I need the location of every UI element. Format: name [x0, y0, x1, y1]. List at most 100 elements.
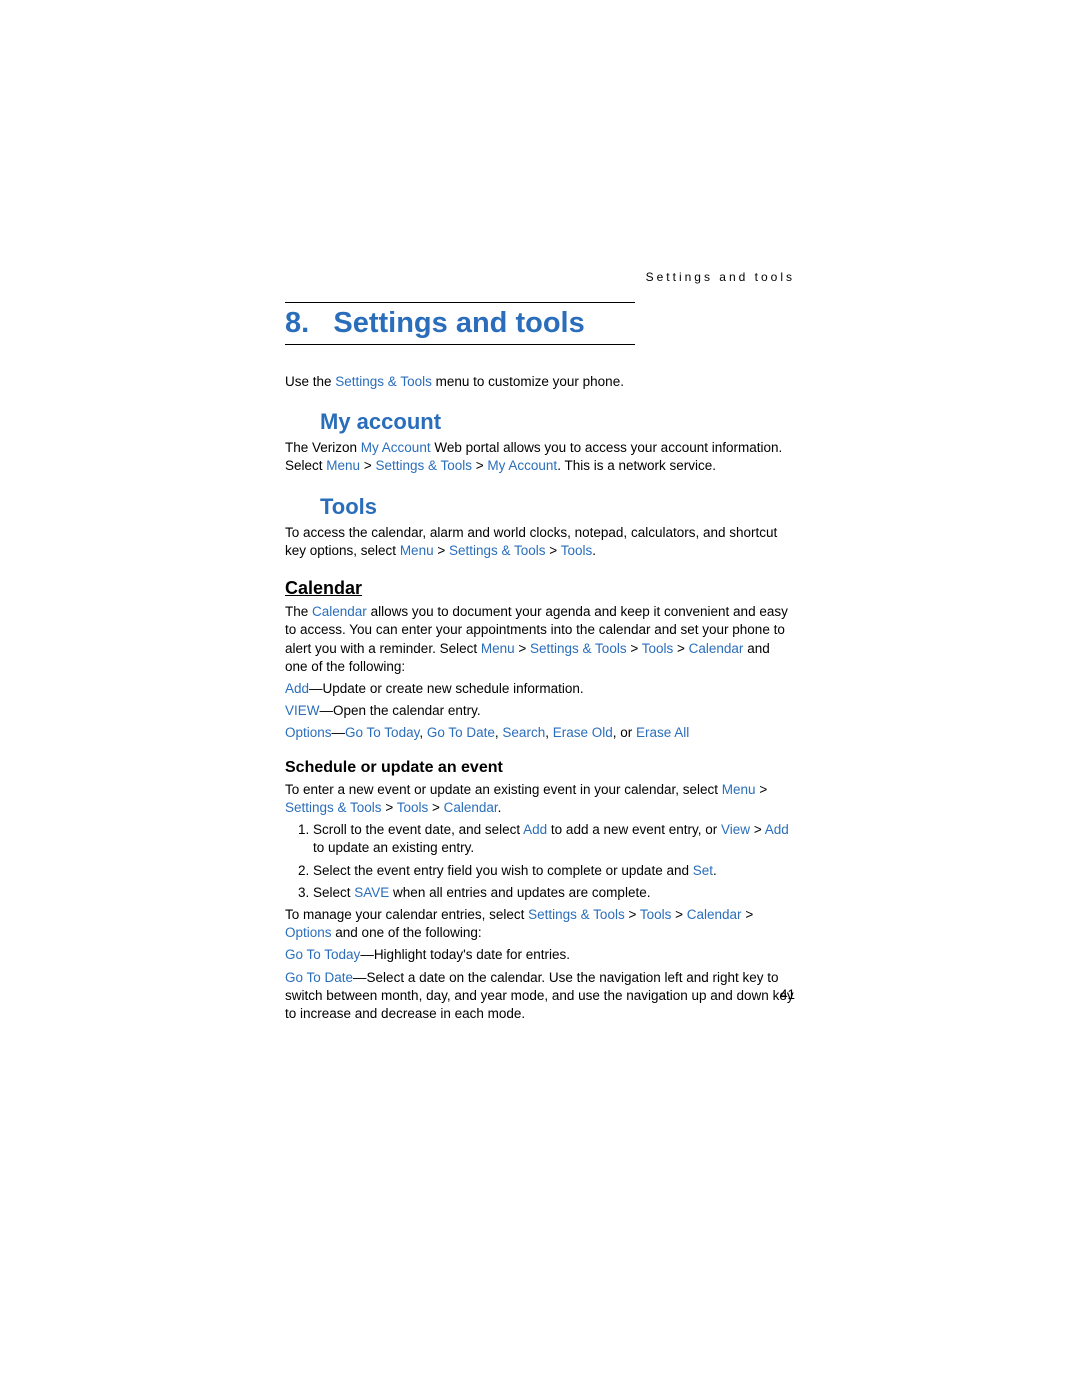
text: > — [382, 800, 397, 815]
text: Scroll to the event date, and select — [313, 822, 523, 837]
text: — — [332, 725, 346, 740]
menu-path: Settings & Tools — [449, 543, 546, 558]
text: > — [434, 543, 449, 558]
option-label: Options — [285, 725, 332, 740]
text: and one of the following: — [332, 925, 482, 940]
text: . — [592, 543, 596, 558]
text: Use the — [285, 374, 335, 389]
text: > — [750, 822, 765, 837]
text: —Highlight today's date for entries. — [360, 947, 570, 962]
text: . — [498, 800, 502, 815]
text: > — [671, 907, 686, 922]
menu-path: Settings & Tools — [530, 641, 627, 656]
text: Select the event entry field you wish to… — [313, 863, 693, 878]
text: Select — [313, 885, 354, 900]
text: —Open the calendar entry. — [320, 703, 481, 718]
page-number: 41 — [780, 987, 795, 1002]
option-label: Go To Date — [285, 970, 353, 985]
chapter-number: 8. — [285, 307, 309, 339]
calendar-options-item: Options—Go To Today, Go To Date, Search,… — [285, 724, 795, 742]
option-label: Go To Date — [427, 725, 495, 740]
text: . This is a network service. — [557, 458, 716, 473]
text: > — [627, 641, 642, 656]
calendar-add-item: Add—Update or create new schedule inform… — [285, 680, 795, 698]
text: when all entries and updates are complet… — [389, 885, 650, 900]
text: , — [545, 725, 553, 740]
menu-path: Settings & Tools — [375, 458, 472, 473]
go-to-today-item: Go To Today—Highlight today's date for e… — [285, 946, 795, 964]
option-label: Go To Today — [285, 947, 360, 962]
menu-path: Tools — [640, 907, 672, 922]
menu-path: My Account — [487, 458, 557, 473]
text: To enter a new event or update an existi… — [285, 782, 722, 797]
text: > — [742, 907, 754, 922]
menu-path: Tools — [561, 543, 593, 558]
intro-paragraph: Use the Settings & Tools menu to customi… — [285, 373, 795, 391]
menu-path: Calendar — [312, 604, 367, 619]
manual-page: Settings and tools 8. Settings and tools… — [0, 0, 1080, 1023]
menu-path: My Account — [361, 440, 431, 455]
option-label: View — [721, 822, 750, 837]
step-1: Scroll to the event date, and select Add… — [313, 821, 795, 857]
text: —Select a date on the calendar. Use the … — [285, 970, 794, 1021]
text: To manage your calendar entries, select — [285, 907, 528, 922]
text: > — [515, 641, 530, 656]
text: to add a new event entry, or — [547, 822, 721, 837]
text: > — [472, 458, 487, 473]
text: The Verizon — [285, 440, 361, 455]
menu-path: Menu — [481, 641, 515, 656]
text: —Update or create new schedule informati… — [309, 681, 584, 696]
calendar-paragraph: The Calendar allows you to document your… — [285, 603, 795, 676]
menu-path: Tools — [397, 800, 429, 815]
text: > — [546, 543, 561, 558]
menu-path: Menu — [400, 543, 434, 558]
chapter-title-text: Settings and tools — [333, 307, 584, 339]
text: > — [428, 800, 443, 815]
option-label: Set — [693, 863, 713, 878]
option-label: Add — [765, 822, 789, 837]
option-label: VIEW — [285, 703, 320, 718]
text: > — [625, 907, 640, 922]
text: > — [673, 641, 688, 656]
my-account-paragraph: The Verizon My Account Web portal allows… — [285, 439, 795, 475]
text: > — [756, 782, 768, 797]
tools-paragraph: To access the calendar, alarm and world … — [285, 524, 795, 560]
menu-path: Menu — [722, 782, 756, 797]
option-label: Add — [285, 681, 309, 696]
text: to update an existing entry. — [313, 840, 474, 855]
menu-path: Settings & Tools — [528, 907, 625, 922]
text: . — [713, 863, 717, 878]
option-label: Erase All — [636, 725, 689, 740]
calendar-view-item: VIEW—Open the calendar entry. — [285, 702, 795, 720]
tools-heading: Tools — [320, 494, 795, 520]
manage-entries-paragraph: To manage your calendar entries, select … — [285, 906, 795, 942]
calendar-heading: Calendar — [285, 578, 795, 599]
menu-path: Options — [285, 925, 332, 940]
option-label: SAVE — [354, 885, 389, 900]
menu-path: Calendar — [689, 641, 744, 656]
schedule-heading: Schedule or update an event — [285, 759, 795, 777]
text: > — [360, 458, 375, 473]
running-header: Settings and tools — [285, 270, 795, 284]
option-label: Search — [502, 725, 545, 740]
text: menu to customize your phone. — [432, 374, 624, 389]
menu-path: Tools — [642, 641, 674, 656]
menu-path: Calendar — [444, 800, 498, 815]
text: , or — [613, 725, 636, 740]
go-to-date-item: Go To Date—Select a date on the calendar… — [285, 969, 795, 1024]
option-label: Go To Today — [345, 725, 419, 740]
menu-path: Settings & Tools — [335, 374, 432, 389]
schedule-steps-list: Scroll to the event date, and select Add… — [285, 821, 795, 902]
option-label: Erase Old — [553, 725, 613, 740]
my-account-heading: My account — [320, 409, 795, 435]
text: The — [285, 604, 312, 619]
chapter-title-block: 8. Settings and tools — [285, 302, 635, 345]
menu-path: Settings & Tools — [285, 800, 382, 815]
menu-path: Calendar — [687, 907, 742, 922]
schedule-intro-paragraph: To enter a new event or update an existi… — [285, 781, 795, 817]
text: , — [419, 725, 427, 740]
step-2: Select the event entry field you wish to… — [313, 862, 795, 880]
step-3: Select SAVE when all entries and updates… — [313, 884, 795, 902]
chapter-heading: 8. Settings and tools — [285, 307, 635, 340]
option-label: Add — [523, 822, 547, 837]
